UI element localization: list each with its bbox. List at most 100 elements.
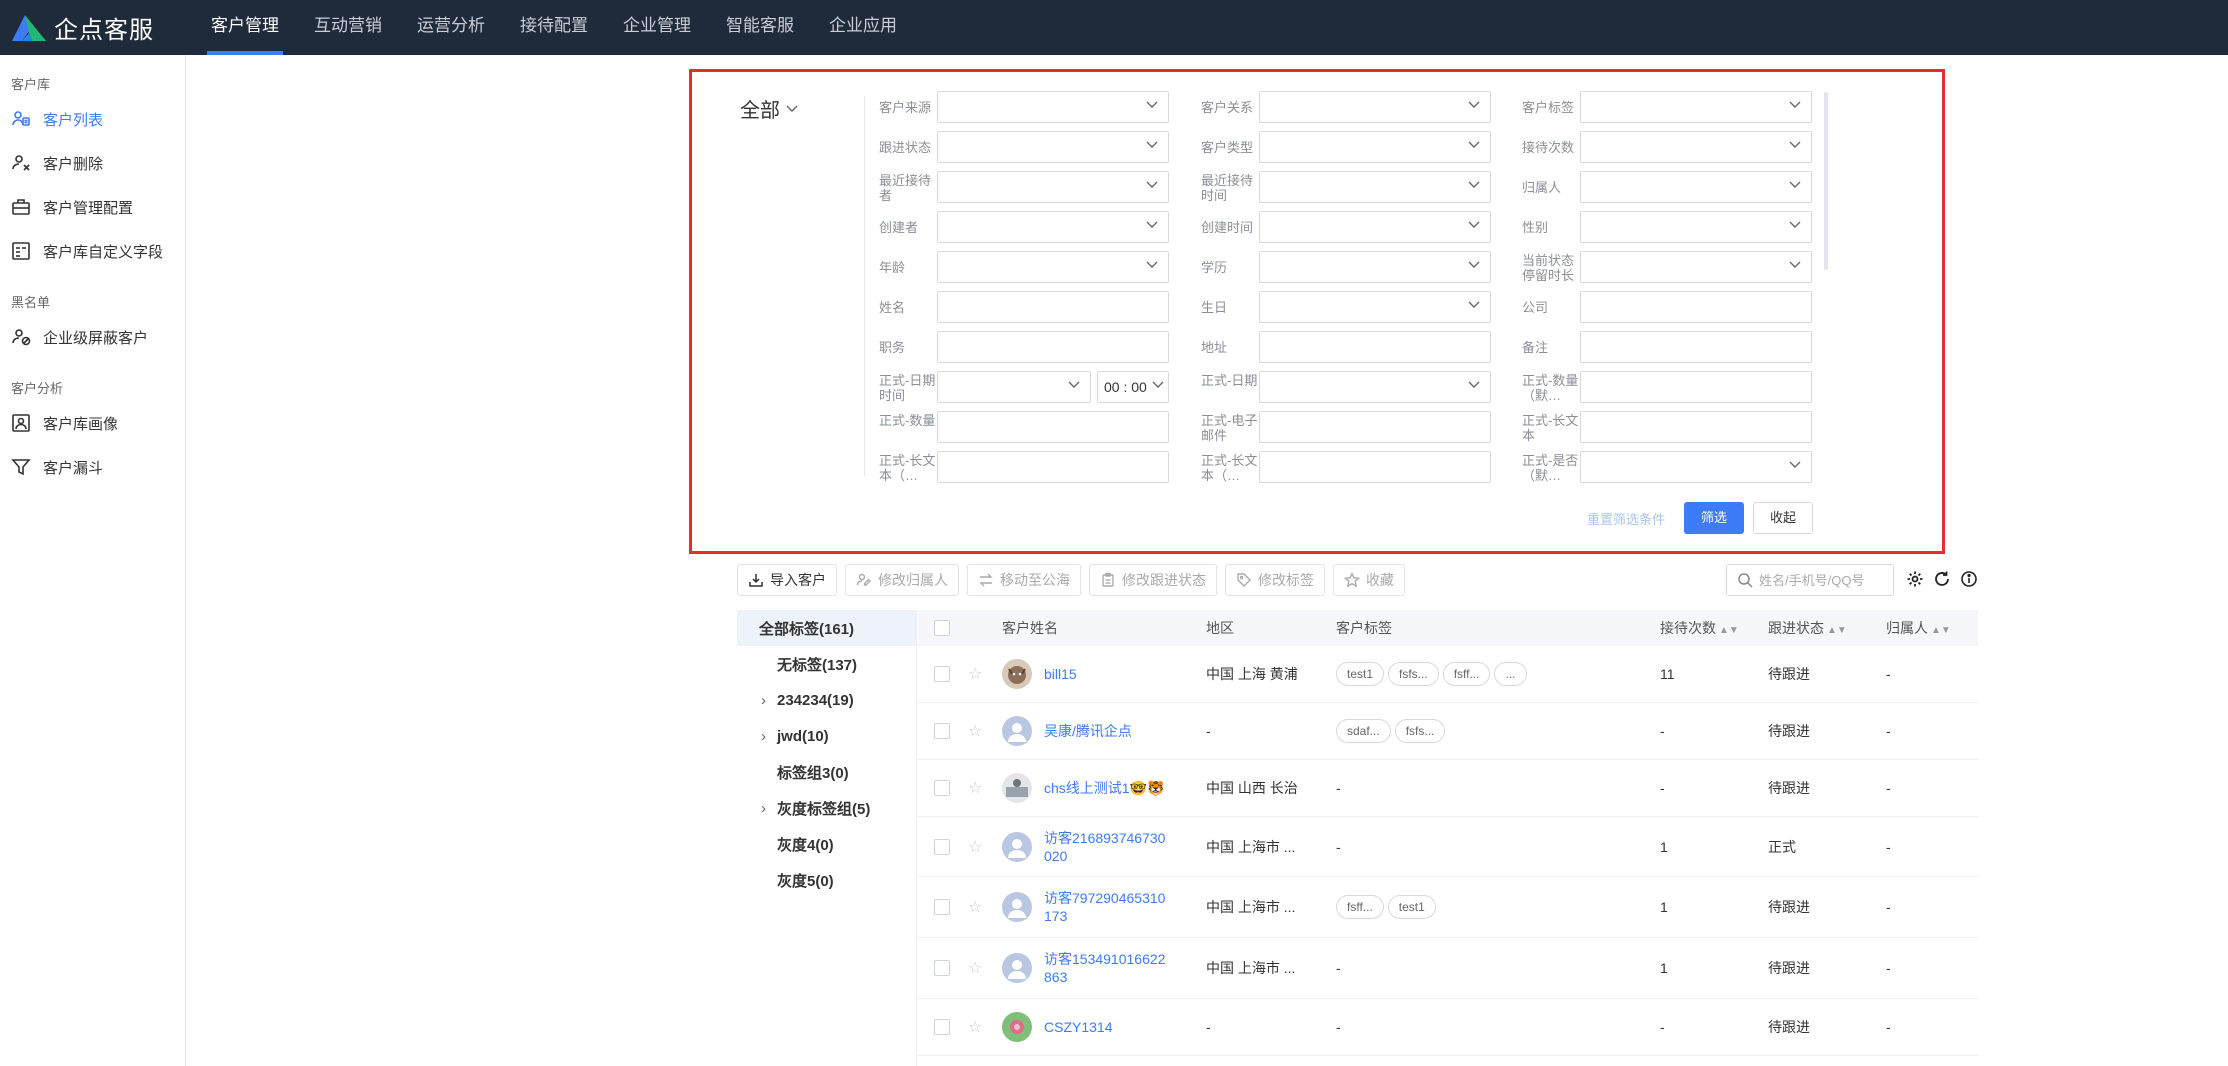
customer-name-link[interactable]: 吴康/腾讯企点 bbox=[1044, 722, 1132, 740]
table-row[interactable]: ☆ 吴康/腾讯企点 - sdaf... fsfs... - 待跟进 - bbox=[918, 703, 1978, 760]
filter-f-longtext3-input[interactable] bbox=[1259, 451, 1491, 483]
customer-name-link[interactable]: 访客153491016622 863 bbox=[1044, 950, 1165, 986]
customer-name-link[interactable]: chs线上测试1🤓🐯 bbox=[1044, 779, 1164, 797]
filter-age-select[interactable] bbox=[937, 251, 1169, 283]
customer-name-link[interactable]: CSZY1314 bbox=[1044, 1018, 1112, 1036]
filter-scope-dropdown[interactable]: 全部 bbox=[740, 94, 798, 123]
change-follow-status-button[interactable]: 修改跟进状态 bbox=[1089, 564, 1217, 596]
sidebar-item-customer-list[interactable]: 客户列表 bbox=[0, 97, 185, 141]
gear-icon[interactable] bbox=[1906, 570, 1924, 588]
filter-reception-count-select[interactable] bbox=[1580, 131, 1812, 163]
filter-follow-select[interactable] bbox=[937, 131, 1169, 163]
star-icon[interactable]: ☆ bbox=[968, 664, 982, 684]
logo[interactable]: 企点客服 bbox=[10, 10, 195, 45]
star-icon[interactable]: ☆ bbox=[968, 778, 982, 798]
nav-smart-service[interactable]: 智能客服 bbox=[710, 0, 810, 55]
sidebar-item-customer-portrait[interactable]: 客户库画像 bbox=[0, 401, 185, 445]
nav-customer-management[interactable]: 客户管理 bbox=[195, 0, 295, 55]
filter-company-input[interactable] bbox=[1580, 291, 1812, 323]
tag-tree-item[interactable]: › jwd(10) bbox=[737, 718, 916, 754]
sidebar-item-customer-delete[interactable]: 客户删除 bbox=[0, 141, 185, 185]
table-row[interactable]: ☆ bill15 中国 上海 黄浦 test1 fsfs... fsff......… bbox=[918, 646, 1978, 703]
row-checkbox[interactable] bbox=[934, 960, 950, 976]
filter-owner-select[interactable] bbox=[1580, 171, 1812, 203]
reset-filter-link[interactable]: 重置筛选条件 bbox=[1587, 509, 1665, 528]
tag-tree-item[interactable]: 无标签(137) bbox=[737, 646, 916, 682]
change-owner-button[interactable]: 修改归属人 bbox=[845, 564, 959, 596]
select-all-checkbox[interactable] bbox=[934, 620, 950, 636]
info-icon[interactable] bbox=[1960, 570, 1978, 588]
nav-enterprise-management[interactable]: 企业管理 bbox=[607, 0, 707, 55]
table-row[interactable]: ☆ chs线上测试1🤓🐯 中国 山西 长治 - - 待跟进 - bbox=[918, 760, 1978, 817]
filter-tag-select[interactable] bbox=[1580, 91, 1812, 123]
filter-education-select[interactable] bbox=[1259, 251, 1491, 283]
change-tag-button[interactable]: 修改标签 bbox=[1225, 564, 1325, 596]
customer-search[interactable] bbox=[1726, 564, 1894, 596]
filter-name-input[interactable] bbox=[937, 291, 1169, 323]
col-header-owner[interactable]: 归属人 ▲▼ bbox=[1886, 618, 1951, 638]
table-row[interactable]: ☆ 访客797290465310 173 中国 上海市 ... fsff... te… bbox=[918, 877, 1978, 938]
sidebar-item-blocked-customers[interactable]: 企业级屏蔽客户 bbox=[0, 315, 185, 359]
star-icon[interactable]: ☆ bbox=[968, 897, 982, 917]
tag-tree-item[interactable]: 灰度5(0) bbox=[737, 862, 916, 898]
tag-tree-item[interactable]: 标签组3(0) bbox=[737, 754, 916, 790]
chevron-right-icon[interactable]: › bbox=[761, 728, 777, 745]
filter-birthday-select[interactable] bbox=[1259, 291, 1491, 323]
filter-f-longtext2-input[interactable] bbox=[937, 451, 1169, 483]
search-input[interactable] bbox=[1759, 572, 1889, 588]
filter-state-duration-select[interactable] bbox=[1580, 251, 1812, 283]
row-checkbox[interactable] bbox=[934, 899, 950, 915]
row-checkbox[interactable] bbox=[934, 838, 950, 855]
sidebar-item-custom-fields[interactable]: 客户库自定义字段 bbox=[0, 229, 185, 273]
import-customers-button[interactable]: 导入客户 bbox=[737, 564, 837, 596]
col-header-count[interactable]: 接待次数 ▲▼ bbox=[1660, 618, 1739, 638]
filter-f-longtext-input[interactable] bbox=[1580, 411, 1812, 443]
tag-tree-item[interactable]: › 灰度标签组(5) bbox=[737, 790, 916, 826]
filter-type-select[interactable] bbox=[1259, 131, 1491, 163]
nav-operation-analysis[interactable]: 运营分析 bbox=[401, 0, 501, 55]
table-row[interactable]: ☆ 访客153491016622 863 中国 上海市 ... - 1 待跟进 - bbox=[918, 938, 1978, 999]
refresh-icon[interactable] bbox=[1933, 570, 1951, 588]
filter-last-agent-select[interactable] bbox=[937, 171, 1169, 203]
filter-creator-select[interactable] bbox=[937, 211, 1169, 243]
filter-gender-select[interactable] bbox=[1580, 211, 1812, 243]
star-icon[interactable]: ☆ bbox=[968, 837, 982, 857]
star-icon[interactable]: ☆ bbox=[968, 958, 982, 978]
chevron-right-icon[interactable]: › bbox=[761, 800, 777, 817]
filter-f-time-select[interactable]: 00 : 00 bbox=[1097, 371, 1169, 403]
filter-f-bool-select[interactable] bbox=[1580, 451, 1812, 483]
filter-last-time-select[interactable] bbox=[1259, 171, 1491, 203]
tag-tree-item-all[interactable]: 全部标签(161) bbox=[737, 610, 916, 646]
row-checkbox[interactable] bbox=[934, 723, 950, 739]
nav-enterprise-apps[interactable]: 企业应用 bbox=[813, 0, 913, 55]
sidebar-item-management-config[interactable]: 客户管理配置 bbox=[0, 185, 185, 229]
filter-f-num-input[interactable] bbox=[937, 411, 1169, 443]
filter-f-date-select[interactable] bbox=[937, 371, 1091, 403]
customer-name-link[interactable]: 访客216893746730 020 bbox=[1044, 829, 1165, 865]
col-header-follow[interactable]: 跟进状态 ▲▼ bbox=[1768, 618, 1847, 638]
filter-f-num-default-input[interactable] bbox=[1580, 371, 1812, 403]
filter-collapse-button[interactable]: 收起 bbox=[1753, 502, 1813, 534]
nav-reception-config[interactable]: 接待配置 bbox=[504, 0, 604, 55]
star-icon[interactable]: ☆ bbox=[968, 1017, 982, 1037]
chevron-right-icon[interactable]: › bbox=[761, 692, 777, 709]
filter-relation-select[interactable] bbox=[1259, 91, 1491, 123]
filter-source-select[interactable] bbox=[937, 91, 1169, 123]
sidebar-item-customer-funnel[interactable]: 客户漏斗 bbox=[0, 445, 185, 489]
tag-more-chip[interactable]: ... bbox=[1494, 662, 1527, 686]
favorite-button[interactable]: 收藏 bbox=[1333, 564, 1405, 596]
row-checkbox[interactable] bbox=[934, 780, 950, 796]
customer-name-link[interactable]: bill15 bbox=[1044, 665, 1077, 683]
filter-submit-button[interactable]: 筛选 bbox=[1684, 502, 1744, 534]
customer-name-link[interactable]: 访客797290465310 173 bbox=[1044, 889, 1165, 925]
filter-scrollbar[interactable] bbox=[1824, 92, 1828, 270]
move-to-pool-button[interactable]: 移动至公海 bbox=[967, 564, 1081, 596]
tag-tree-item[interactable]: › 234234(19) bbox=[737, 682, 916, 718]
filter-f-date2-select[interactable] bbox=[1259, 371, 1491, 403]
row-checkbox[interactable] bbox=[934, 1019, 950, 1035]
table-row[interactable]: ☆ 访客216893746730 020 中国 上海市 ... - 1 正式 - bbox=[918, 817, 1978, 877]
star-icon[interactable]: ☆ bbox=[968, 721, 982, 741]
filter-address-input[interactable] bbox=[1259, 331, 1491, 363]
filter-f-email-input[interactable] bbox=[1259, 411, 1491, 443]
filter-remark-input[interactable] bbox=[1580, 331, 1812, 363]
